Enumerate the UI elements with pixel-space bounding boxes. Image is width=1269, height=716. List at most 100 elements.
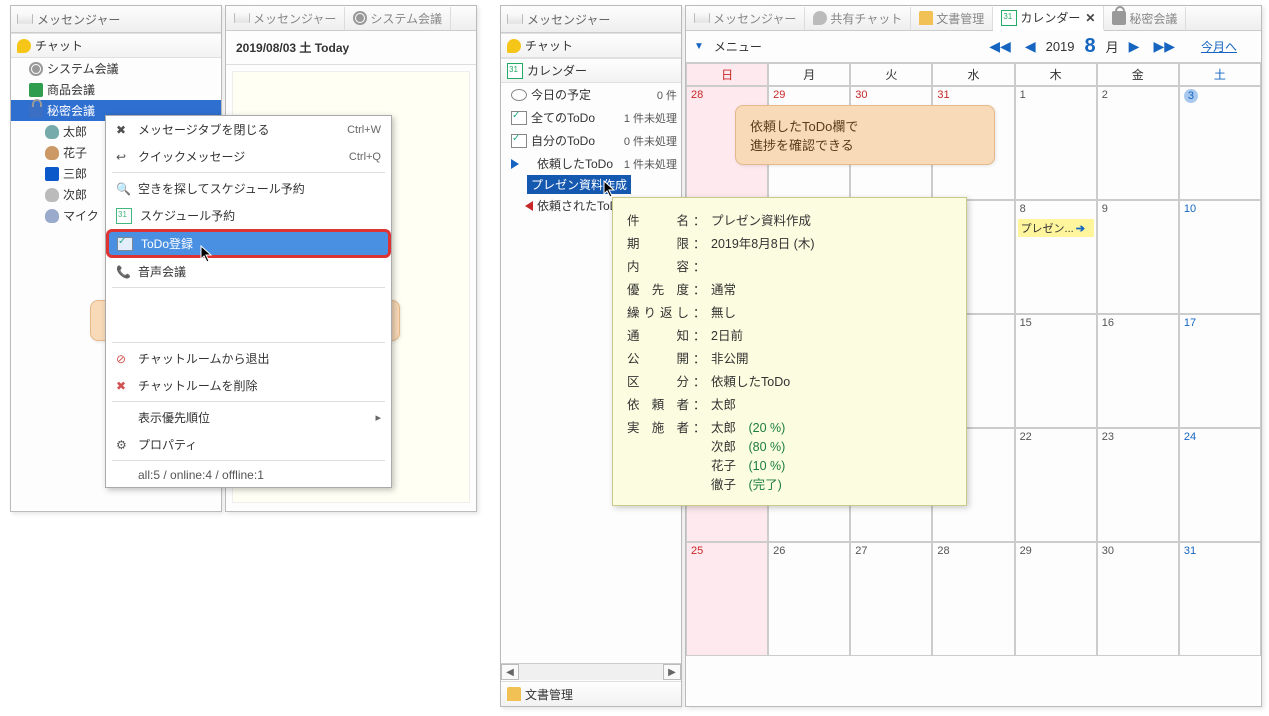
ctx-delete[interactable]: ✖チャットルームを削除 <box>106 372 391 399</box>
envelope-icon <box>507 11 523 27</box>
tab-close[interactable]: ✕ <box>1085 11 1095 25</box>
close-icon: ✖ <box>116 123 130 137</box>
day-cell[interactable]: 8 プレゼン...➔ <box>1015 200 1097 314</box>
right-sidebar-title: メッセンジャー <box>501 6 681 33</box>
day-number: 28 <box>937 545 949 557</box>
dow-cell: 水 <box>932 63 1014 86</box>
day-number: 8 <box>1020 203 1026 215</box>
envelope-icon <box>234 10 250 26</box>
todo-label: 今日の予定 <box>531 86 591 103</box>
day-cell[interactable]: 10 <box>1179 200 1261 314</box>
todo-today[interactable]: 今日の予定0 件 <box>501 83 681 106</box>
todo-label: 依頼したToDo <box>537 155 613 172</box>
tab-calendar[interactable]: カレンダー✕ <box>993 6 1104 31</box>
tip-val: 2019年8月8日 (木) <box>711 233 952 252</box>
day-number: 30 <box>855 89 867 101</box>
tab-label: 文書管理 <box>936 10 984 27</box>
menu-arrow-icon: ▼ <box>694 41 704 52</box>
nav-first[interactable]: ◀◀ <box>985 38 1015 55</box>
day-cell[interactable]: 27 <box>850 542 932 656</box>
callout-text: 進捗を確認できる <box>750 135 980 154</box>
ctx-label: 音声会議 <box>138 263 186 280</box>
this-month-link[interactable]: 今月へ <box>1201 38 1237 55</box>
chat-section[interactable]: チャット <box>501 33 681 58</box>
calendar-section[interactable]: カレンダー <box>501 58 681 83</box>
lock-icon <box>29 104 43 118</box>
dow-cell: 月 <box>768 63 850 86</box>
left-sidebar-title-text: メッセンジャー <box>37 11 120 28</box>
chat-section[interactable]: チャット <box>11 33 221 58</box>
day-number: 16 <box>1102 317 1114 329</box>
day-cell[interactable]: 31 <box>1179 542 1261 656</box>
day-cell[interactable]: 26 <box>768 542 850 656</box>
folder-icon <box>919 11 933 25</box>
tab-system[interactable]: システム会議 <box>345 7 451 30</box>
ctx-find-slot[interactable]: 🔍空きを探してスケジュール予約 <box>106 175 391 202</box>
tab-share[interactable]: 共有チャット <box>805 7 911 30</box>
todo-item-selected[interactable]: プレゼン資料作成 <box>527 175 631 194</box>
nav-next[interactable]: ▶ <box>1125 38 1144 55</box>
scroll-left[interactable]: ◀ <box>501 664 519 680</box>
ctx-quick[interactable]: ↩クイックメッセージCtrl+Q <box>106 143 391 170</box>
day-cell[interactable]: 9 <box>1097 200 1179 314</box>
todo-requested[interactable]: 依頼したToDo1 件未処理 <box>501 152 681 175</box>
calendar-event[interactable]: プレゼン...➔ <box>1018 219 1094 237</box>
todo-count: 1 件未処理 <box>624 110 677 126</box>
tip-key: 件名 <box>627 210 689 229</box>
ctx-schedule[interactable]: スケジュール予約 <box>106 202 391 229</box>
day-number: 30 <box>1102 545 1114 557</box>
docs-section[interactable]: 文書管理 <box>501 681 681 706</box>
room-system[interactable]: システム会議 <box>11 58 221 79</box>
tab-messenger[interactable]: メッセンジャー <box>226 7 345 30</box>
tab-label: メッセンジャー <box>253 10 336 27</box>
day-number: 1 <box>1020 89 1026 101</box>
day-cell[interactable]: 25 <box>686 542 768 656</box>
tip-val: プレゼン資料作成 <box>711 210 952 229</box>
user-icon <box>45 167 59 181</box>
ctx-close-tab[interactable]: ✖メッセージタブを閉じるCtrl+W <box>106 116 391 143</box>
day-cell[interactable]: 30 <box>1097 542 1179 656</box>
menu-button[interactable]: メニュー <box>714 38 762 55</box>
ctx-priority[interactable]: 表示優先順位▸ <box>106 404 391 431</box>
day-cell[interactable]: 24 <box>1179 428 1261 542</box>
nav-prev[interactable]: ◀ <box>1021 38 1040 55</box>
chat-header: チャット <box>35 37 83 54</box>
day-cell[interactable]: 3 <box>1179 86 1261 200</box>
dot-icon <box>511 89 527 101</box>
ctx-leave[interactable]: ⊘チャットルームから退出 <box>106 345 391 372</box>
calendar-icon <box>1001 10 1017 26</box>
day-cell[interactable]: 29 <box>1015 542 1097 656</box>
dow-cell: 日 <box>686 63 768 86</box>
day-cell[interactable]: 1 <box>1015 86 1097 200</box>
todo-mine[interactable]: 自分のToDo0 件未処理 <box>501 129 681 152</box>
room-product[interactable]: 商品会議 <box>11 79 221 100</box>
todo-all[interactable]: 全てのToDo1 件未処理 <box>501 106 681 129</box>
nav-last[interactable]: ▶▶ <box>1149 38 1179 55</box>
ctx-label: クイックメッセージ <box>138 148 245 165</box>
tab-messenger[interactable]: メッセンジャー <box>686 7 805 30</box>
props-icon: ⚙ <box>116 438 130 452</box>
right-tabstrip: メッセンジャー 共有チャット 文書管理 カレンダー✕ 秘密会議 <box>686 6 1261 31</box>
day-cell[interactable]: 17 <box>1179 314 1261 428</box>
ctx-status: all:5 / online:4 / offline:1 <box>106 463 391 487</box>
day-cell[interactable]: 23 <box>1097 428 1179 542</box>
day-cell[interactable]: 22 <box>1015 428 1097 542</box>
today-header: 2019/08/03 土 Today <box>226 31 476 65</box>
ctx-sep <box>112 342 385 343</box>
lock-icon <box>1112 11 1126 25</box>
day-cell[interactable]: 2 <box>1097 86 1179 200</box>
tab-secret[interactable]: 秘密会議 <box>1104 7 1186 30</box>
left-sidebar-title: メッセンジャー <box>11 6 221 33</box>
ctx-properties[interactable]: ⚙プロパティ <box>106 431 391 458</box>
ctx-voice[interactable]: 📞音声会議 <box>106 258 391 285</box>
day-cell[interactable]: 28 <box>932 542 1014 656</box>
day-cell[interactable]: 15 <box>1015 314 1097 428</box>
section-label: 文書管理 <box>525 686 573 703</box>
ctx-label: 空きを探してスケジュール予約 <box>138 180 305 197</box>
tab-label: 共有チャット <box>830 10 902 27</box>
hscroll[interactable]: ◀ ▶ <box>501 663 681 680</box>
day-cell[interactable]: 16 <box>1097 314 1179 428</box>
tab-docs[interactable]: 文書管理 <box>911 7 993 30</box>
scroll-right[interactable]: ▶ <box>663 664 681 680</box>
ctx-todo-register[interactable]: ToDo登録 <box>106 229 391 258</box>
